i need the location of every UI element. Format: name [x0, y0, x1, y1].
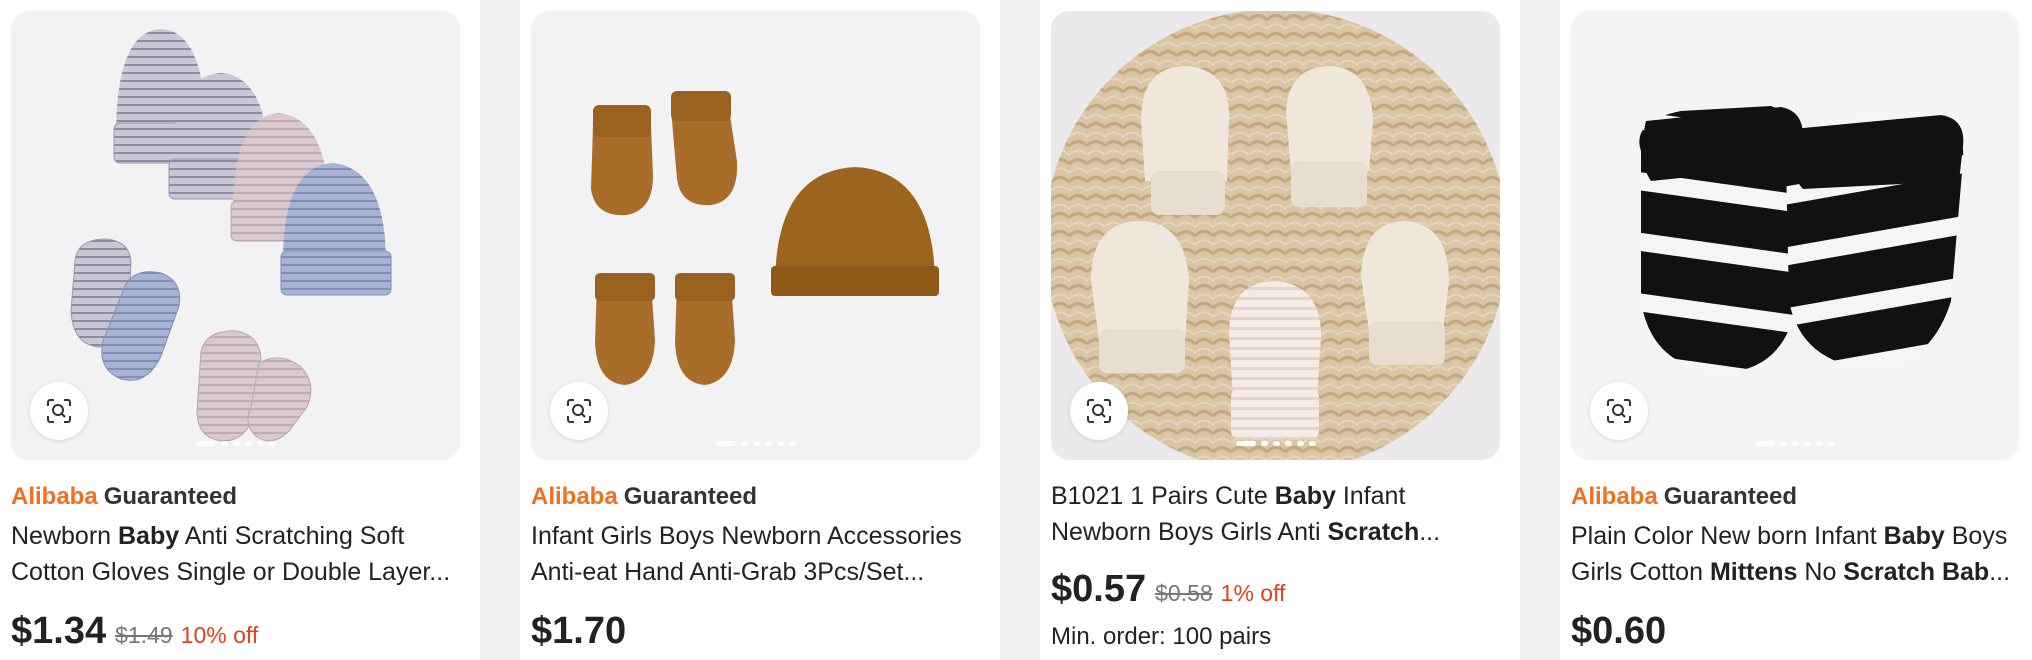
- carousel-dot[interactable]: [776, 441, 784, 446]
- product-image[interactable]: [11, 11, 460, 460]
- product-card[interactable]: Alibaba Guaranteed Newborn Baby Anti Scr…: [0, 0, 480, 660]
- carousel-dot[interactable]: [268, 441, 276, 446]
- product-price: $0.60: [1571, 610, 1667, 652]
- lens-scan-icon: [567, 399, 591, 423]
- lens-scan-icon: [1607, 399, 1631, 423]
- image-search-button[interactable]: [1070, 382, 1128, 440]
- product-image[interactable]: [531, 11, 980, 460]
- carousel-dot[interactable]: [244, 441, 252, 446]
- product-image[interactable]: [1051, 11, 1500, 460]
- image-carousel-dots: [11, 441, 460, 446]
- carousel-dot[interactable]: [788, 441, 796, 446]
- alibaba-guaranteed-badge: Alibaba Guaranteed: [1571, 483, 1797, 511]
- original-price: $0.58: [1155, 580, 1213, 606]
- carousel-dot[interactable]: [1804, 441, 1811, 446]
- image-carousel-dots: [1051, 441, 1500, 446]
- carousel-dot[interactable]: [1284, 441, 1292, 446]
- product-price: $1.34: [11, 610, 107, 652]
- badge-brand: Alibaba: [11, 483, 98, 510]
- badge-word: Guaranteed: [623, 483, 758, 510]
- image-carousel-dots: [531, 441, 980, 446]
- product-price: $0.57: [1051, 568, 1147, 610]
- carousel-dot[interactable]: [1780, 441, 1787, 446]
- carousel-dot[interactable]: [752, 441, 760, 446]
- carousel-dot[interactable]: [1235, 441, 1256, 446]
- carousel-dot[interactable]: [1260, 441, 1268, 446]
- discount-label: 10% off: [180, 622, 259, 648]
- badge-word: Guaranteed: [1663, 483, 1798, 510]
- product-card[interactable]: B1021 1 Pairs Cute Baby Infant Newborn B…: [1040, 0, 1520, 660]
- badge-brand: Alibaba: [531, 483, 618, 510]
- image-search-button[interactable]: [30, 382, 88, 440]
- carousel-dot[interactable]: [1816, 441, 1823, 446]
- carousel-dot[interactable]: [715, 441, 736, 446]
- carousel-dot[interactable]: [1792, 441, 1799, 446]
- price-row: $1.34 $1.49 10% off: [11, 610, 258, 653]
- alibaba-guaranteed-badge: Alibaba Guaranteed: [11, 483, 237, 511]
- image-carousel-dots: [1571, 441, 2019, 446]
- product-card[interactable]: Alibaba Guaranteed Infant Girls Boys New…: [520, 0, 1000, 660]
- product-title[interactable]: Newborn Baby Anti Scratching Soft Cotton…: [11, 518, 456, 590]
- carousel-dot[interactable]: [1828, 441, 1835, 446]
- carousel-dot[interactable]: [232, 441, 240, 446]
- carousel-dot[interactable]: [764, 441, 772, 446]
- title-line-1: Newborn Baby Anti Scratching Soft: [11, 522, 405, 550]
- product-card[interactable]: Alibaba Guaranteed Plain Color New born …: [1560, 0, 2032, 660]
- title-line-1: B1021 1 Pairs Cute Baby Infant: [1051, 482, 1406, 510]
- title-line-1: Infant Girls Boys Newborn Accessories: [531, 522, 962, 550]
- carousel-dot[interactable]: [195, 441, 216, 446]
- image-search-button[interactable]: [550, 382, 608, 440]
- alibaba-guaranteed-badge: Alibaba Guaranteed: [531, 483, 757, 511]
- price-row: $0.60: [1571, 610, 1666, 653]
- product-price: $1.70: [531, 610, 627, 652]
- carousel-dot[interactable]: [1755, 441, 1775, 446]
- title-line-2: Newborn Boys Girls Anti Scratch...: [1051, 518, 1441, 546]
- carousel-dot[interactable]: [1296, 441, 1304, 446]
- badge-brand: Alibaba: [1571, 483, 1658, 510]
- title-line-1: Plain Color New born Infant Baby Boys: [1571, 522, 2008, 550]
- carousel-dot[interactable]: [1272, 441, 1280, 446]
- discount-label: 1% off: [1220, 580, 1286, 606]
- lens-scan-icon: [1087, 399, 1111, 423]
- product-title[interactable]: Plain Color New born Infant Baby Boys Gi…: [1571, 518, 2011, 590]
- min-order: Min. order: 100 pairs: [1051, 623, 1272, 650]
- title-line-2: Cotton Gloves Single or Double Layer...: [11, 558, 451, 586]
- carousel-dot[interactable]: [256, 441, 264, 446]
- product-image[interactable]: [1571, 11, 2019, 460]
- price-row: $0.57 $0.58 1% off: [1051, 568, 1285, 611]
- lens-scan-icon: [47, 399, 71, 423]
- price-row: $1.70: [531, 610, 626, 653]
- product-title[interactable]: B1021 1 Pairs Cute Baby Infant Newborn B…: [1051, 478, 1496, 550]
- title-line-2: Anti-eat Hand Anti-Grab 3Pcs/Set...: [531, 558, 925, 586]
- badge-word: Guaranteed: [103, 483, 238, 510]
- original-price: $1.49: [115, 622, 173, 648]
- carousel-dot[interactable]: [1308, 441, 1316, 446]
- product-title[interactable]: Infant Girls Boys Newborn Accessories An…: [531, 518, 976, 590]
- image-search-button[interactable]: [1590, 382, 1648, 440]
- carousel-dot[interactable]: [740, 441, 748, 446]
- title-line-2: Girls Cotton Mittens No Scratch Bab...: [1571, 558, 2011, 586]
- carousel-dot[interactable]: [220, 441, 228, 446]
